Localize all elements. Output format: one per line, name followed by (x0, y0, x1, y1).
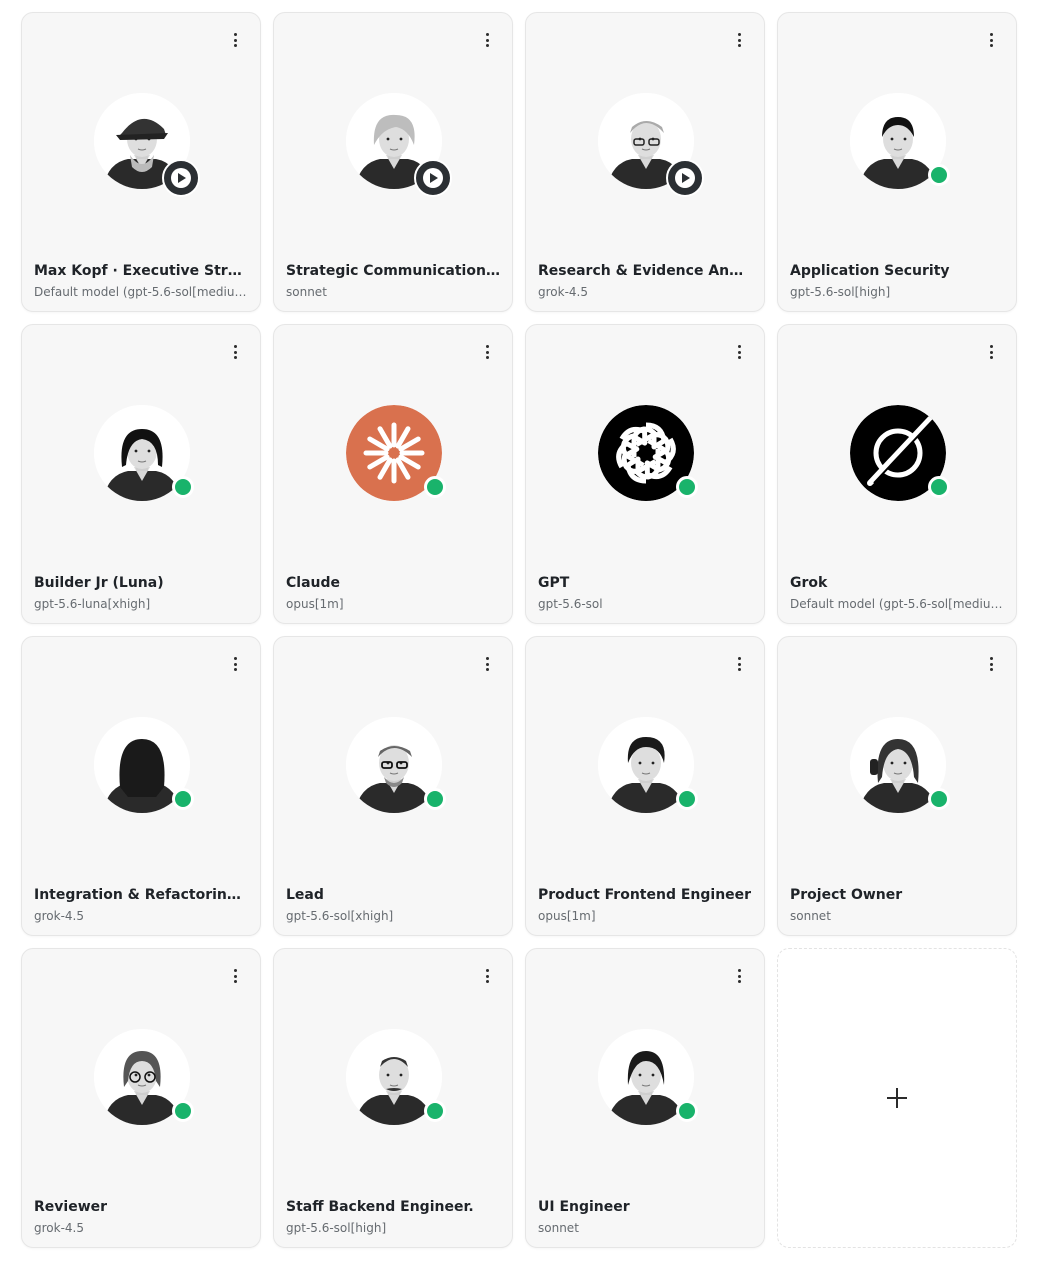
avatar-container (598, 717, 698, 813)
agent-name: GPT (538, 575, 570, 591)
agent-name: Product Frontend Engineer (538, 887, 752, 903)
avatar-container (850, 717, 950, 813)
agent-model: grok-4.5 (34, 1221, 84, 1235)
more-options-icon[interactable] (480, 655, 494, 673)
more-options-icon[interactable] (732, 655, 746, 673)
online-status-icon (424, 1100, 446, 1122)
plus-icon (887, 1088, 907, 1108)
more-options-icon[interactable] (732, 967, 746, 985)
agent-model: gpt-5.6-sol[xhigh] (286, 909, 394, 923)
avatar-container (94, 1029, 194, 1125)
agent-model: sonnet (790, 909, 831, 923)
avatar-container (346, 405, 446, 501)
more-options-icon[interactable] (228, 967, 242, 985)
avatar-container (94, 717, 194, 813)
play-icon[interactable] (666, 159, 704, 197)
agent-card[interactable]: Project Owner sonnet (777, 636, 1017, 936)
agent-card[interactable]: Builder Jr (Luna) gpt-5.6-luna[xhigh] (21, 324, 261, 624)
agent-card[interactable]: GPT gpt-5.6-sol (525, 324, 765, 624)
agent-model: grok-4.5 (34, 909, 84, 923)
avatar-container (346, 93, 452, 197)
add-agent-button[interactable] (777, 948, 1017, 1248)
agent-grid: Max Kopf · Executive Strategy Advisor Def… (21, 12, 1017, 1248)
agent-card[interactable]: Strategic Communications Editor sonnet (273, 12, 513, 312)
more-options-icon[interactable] (984, 343, 998, 361)
online-status-icon (928, 788, 950, 810)
agent-model: opus[1m] (286, 597, 344, 611)
agent-card[interactable]: Staff Backend Engineer. gpt-5.6-sol[high] (273, 948, 513, 1248)
online-status-icon (424, 788, 446, 810)
agent-card[interactable]: Grok Default model (gpt-5.6-sol[medium]) (777, 324, 1017, 624)
avatar-container (94, 405, 194, 501)
avatar-container (598, 93, 704, 197)
play-icon[interactable] (414, 159, 452, 197)
agent-model: gpt-5.6-luna[xhigh] (34, 597, 151, 611)
more-options-icon[interactable] (984, 31, 998, 49)
agent-model: sonnet (286, 285, 327, 299)
agent-name: UI Engineer (538, 1199, 630, 1215)
online-status-icon (928, 164, 950, 186)
more-options-icon[interactable] (228, 343, 242, 361)
more-options-icon[interactable] (480, 343, 494, 361)
online-status-icon (424, 476, 446, 498)
agent-card[interactable]: Product Frontend Engineer opus[1m] (525, 636, 765, 936)
avatar-container (346, 717, 446, 813)
agent-name: Application Security (790, 263, 950, 279)
agent-model: gpt-5.6-sol[high] (286, 1221, 387, 1235)
avatar-container (346, 1029, 446, 1125)
agent-card[interactable]: Application Security gpt-5.6-sol[high] (777, 12, 1017, 312)
agent-model: grok-4.5 (538, 285, 588, 299)
agent-name: Reviewer (34, 1199, 108, 1215)
more-options-icon[interactable] (228, 31, 242, 49)
more-options-icon[interactable] (228, 655, 242, 673)
avatar-container (94, 93, 200, 197)
agent-card[interactable]: Reviewer grok-4.5 (21, 948, 261, 1248)
agent-name: Integration & Refactoring Engineer (34, 887, 248, 903)
play-icon[interactable] (162, 159, 200, 197)
agent-card[interactable]: Max Kopf · Executive Strategy Advisor Def… (21, 12, 261, 312)
agent-name: Staff Backend Engineer. (286, 1199, 474, 1215)
agent-card[interactable]: Lead gpt-5.6-sol[xhigh] (273, 636, 513, 936)
online-status-icon (928, 476, 950, 498)
agent-card[interactable]: Research & Evidence Analyst grok-4.5 (525, 12, 765, 312)
more-options-icon[interactable] (732, 343, 746, 361)
more-options-icon[interactable] (480, 31, 494, 49)
agent-card[interactable]: Integration & Refactoring Engineer grok-4… (21, 636, 261, 936)
online-status-icon (676, 1100, 698, 1122)
agent-model: gpt-5.6-sol (538, 597, 603, 611)
agent-name: Strategic Communications Editor (286, 263, 500, 279)
more-options-icon[interactable] (732, 31, 746, 49)
agent-model: gpt-5.6-sol[high] (790, 285, 891, 299)
online-status-icon (676, 476, 698, 498)
agent-name: Grok (790, 575, 828, 591)
agent-model: opus[1m] (538, 909, 596, 923)
online-status-icon (676, 788, 698, 810)
agent-name: Max Kopf · Executive Strategy Advisor (34, 263, 248, 279)
avatar-container (850, 405, 950, 501)
agent-name: Claude (286, 575, 341, 591)
online-status-icon (172, 476, 194, 498)
avatar-container (850, 93, 950, 189)
agent-card[interactable]: Claude opus[1m] (273, 324, 513, 624)
avatar-container (598, 405, 698, 501)
agent-card[interactable]: UI Engineer sonnet (525, 948, 765, 1248)
agent-name: Project Owner (790, 887, 903, 903)
agent-name: Research & Evidence Analyst (538, 263, 752, 279)
agent-model: Default model (gpt-5.6-sol[medium]) (34, 285, 248, 299)
online-status-icon (172, 788, 194, 810)
agent-model: sonnet (538, 1221, 579, 1235)
online-status-icon (172, 1100, 194, 1122)
agent-name: Lead (286, 887, 324, 903)
agent-model: Default model (gpt-5.6-sol[medium]) (790, 597, 1004, 611)
avatar-container (598, 1029, 698, 1125)
more-options-icon[interactable] (984, 655, 998, 673)
more-options-icon[interactable] (480, 967, 494, 985)
agent-name: Builder Jr (Luna) (34, 575, 164, 591)
